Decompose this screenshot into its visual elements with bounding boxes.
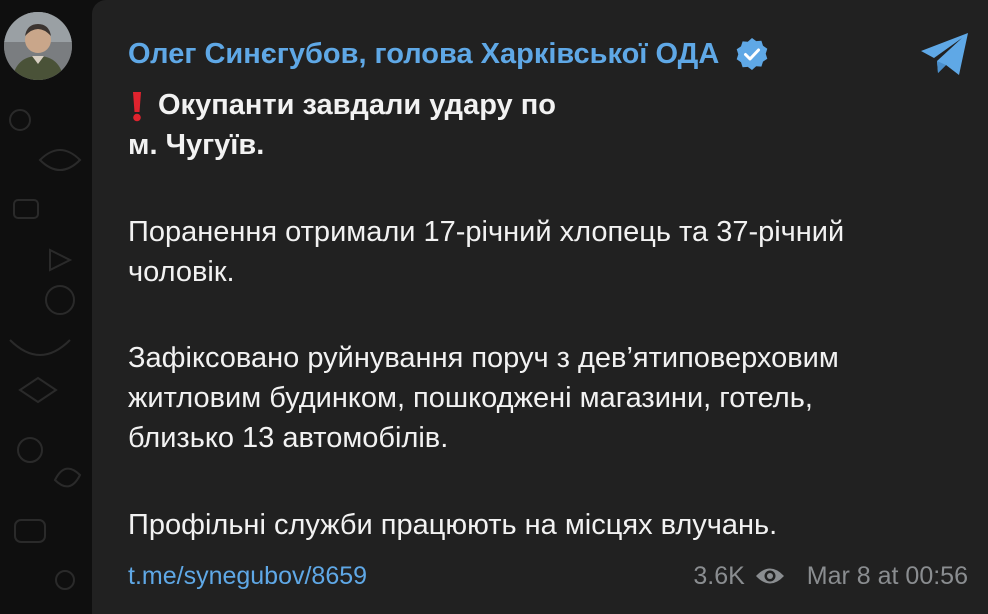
post-link[interactable]: t.me/synegubov/8659 xyxy=(128,556,367,596)
timestamp: Mar 8 at 00:56 xyxy=(806,561,968,590)
red-exclamation-icon xyxy=(133,92,141,122)
message-paragraph-2: Зафіксовано руйнування поруч з дев’ятипо… xyxy=(128,338,839,458)
headline-line-2: м. Чугуїв. xyxy=(128,129,265,161)
chat-background-pattern xyxy=(9,109,82,590)
message-paragraph-3: Профільні служби працюють на місцях влуч… xyxy=(128,509,778,541)
channel-name[interactable]: Олег Синєгубов, голова Харківської ОДА xyxy=(128,34,769,74)
headline-line-1: Окупанти завдали удару по xyxy=(128,85,556,125)
avatar[interactable] xyxy=(4,12,72,80)
view-count: 3.6K xyxy=(693,561,745,590)
telegram-share-icon[interactable] xyxy=(918,30,972,78)
message-paragraph-1: Поранення отримали 17-річний хлопець та … xyxy=(128,212,844,292)
message-meta: 3.6K Mar 8 at 00:56 xyxy=(693,556,968,596)
avatar-image xyxy=(4,12,72,80)
paragraph-1-line-2: чоловік. xyxy=(128,256,235,288)
paragraph-2-line-2: житловим будинком, пошкоджені магазини, … xyxy=(128,382,813,414)
verified-badge-icon xyxy=(736,38,768,70)
message-headline: Окупанти завдали удару по м. Чугуїв. xyxy=(128,85,556,165)
paragraph-2-line-3: близько 13 автомобілів. xyxy=(128,422,449,454)
sender-name[interactable]: Олег Синєгубов, голова Харківської ОДА xyxy=(128,38,719,71)
eye-icon xyxy=(755,568,784,584)
paragraph-2-line-1: Зафіксовано руйнування поруч з дев’ятипо… xyxy=(128,342,839,374)
paragraph-1-line-1: Поранення отримали 17-річний хлопець та … xyxy=(128,216,845,248)
